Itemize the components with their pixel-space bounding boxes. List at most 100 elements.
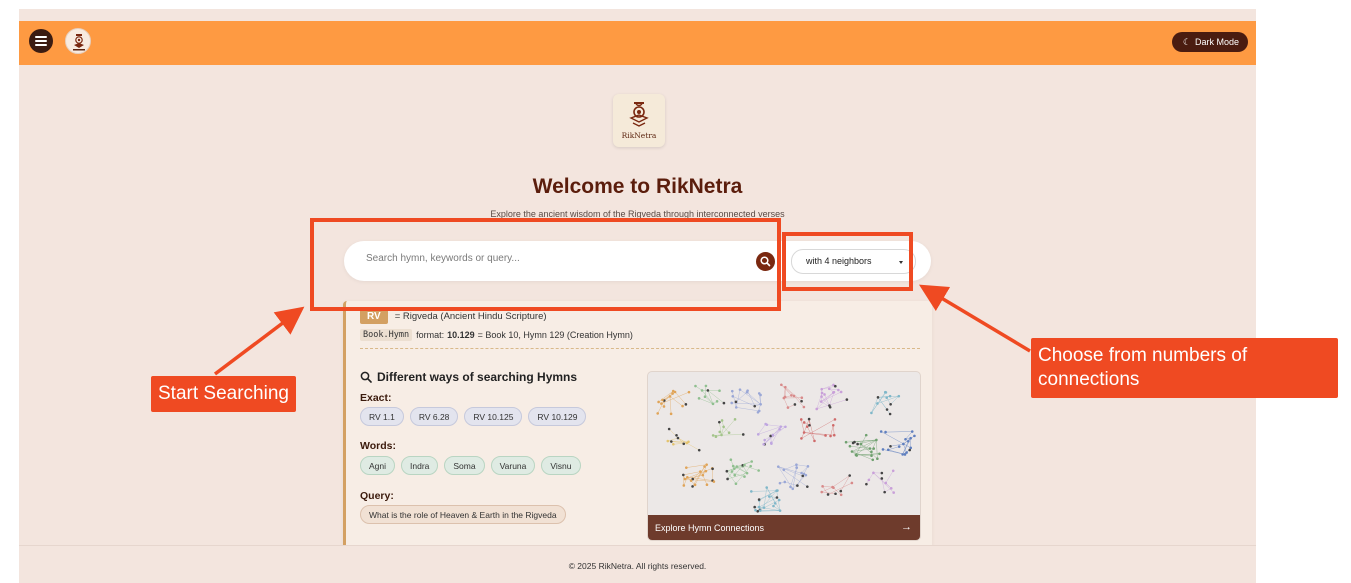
- graph-node: [730, 389, 734, 393]
- graph-node: [839, 390, 843, 394]
- arrow-right-icon: →: [901, 521, 912, 533]
- graph-node: [851, 441, 855, 445]
- graph-node: [691, 485, 694, 488]
- graph-node: [889, 487, 893, 490]
- graph-node: [780, 383, 783, 387]
- graph-node: [729, 458, 733, 461]
- graph-node: [820, 395, 823, 398]
- graph-node: [701, 473, 705, 477]
- riknetra-logo-icon[interactable]: [65, 28, 91, 54]
- graph-node: [837, 388, 840, 392]
- rv-description: = Rigveda (Ancient Hindu Scripture): [394, 311, 547, 322]
- graph-node: [889, 402, 892, 406]
- graph-node: [820, 391, 824, 395]
- graph-node: [875, 438, 878, 442]
- word-chip[interactable]: Visnu: [541, 456, 581, 475]
- graph-edge: [758, 423, 766, 435]
- graph-node: [910, 430, 914, 433]
- query-chip[interactable]: What is the role of Heaven & Earth in th…: [360, 505, 566, 524]
- graph-node: [821, 485, 824, 488]
- graph-node: [876, 396, 880, 399]
- exact-chip[interactable]: RV 10.129: [528, 407, 587, 426]
- words-label: Words:: [360, 440, 396, 452]
- graph-node: [730, 401, 734, 405]
- exact-chip[interactable]: RV 6.28: [409, 407, 459, 426]
- graph-node: [734, 400, 738, 404]
- graph-node: [790, 394, 793, 397]
- graph-node: [786, 406, 790, 409]
- graph-node: [904, 438, 907, 441]
- graph-edge: [860, 443, 878, 459]
- word-chip[interactable]: Varuna: [490, 456, 536, 475]
- format-code: Book.Hymn: [360, 329, 413, 341]
- graph-node: [757, 505, 761, 509]
- exact-chip[interactable]: RV 10.125: [464, 407, 523, 426]
- graph-edge: [881, 478, 885, 493]
- graph-node: [745, 471, 749, 475]
- graph-node: [800, 396, 804, 400]
- graph-node: [711, 467, 714, 471]
- graph-node: [672, 442, 675, 446]
- graph-node: [883, 490, 886, 494]
- graph-node: [670, 440, 673, 443]
- choose-connections-line1: Choose from numbers of: [1038, 345, 1248, 366]
- graph-node: [756, 433, 760, 436]
- graph-node: [776, 489, 779, 492]
- graph-node: [767, 495, 771, 498]
- graph-node: [667, 427, 671, 431]
- word-chip[interactable]: Indra: [401, 456, 439, 475]
- graph-node: [879, 430, 883, 433]
- graph-node: [799, 418, 803, 421]
- hero-logo: RikNetra: [613, 94, 665, 147]
- graph-node: [880, 477, 884, 480]
- graph-node: [734, 482, 738, 486]
- graph-node: [730, 470, 734, 473]
- graph-node: [656, 412, 660, 415]
- graph-edge: [833, 425, 835, 436]
- graph-node: [901, 453, 904, 456]
- graph-node: [693, 483, 697, 487]
- graph-edge: [730, 459, 735, 469]
- graph-node: [802, 405, 806, 409]
- graph-node: [783, 480, 787, 484]
- exact-chip[interactable]: RV 1.1: [360, 407, 404, 426]
- explore-connections-button[interactable]: Explore Hymn Connections →: [648, 515, 920, 540]
- graph-node: [834, 384, 837, 388]
- word-chip[interactable]: Soma: [444, 456, 485, 475]
- graph-node: [675, 434, 678, 437]
- graph-node: [682, 442, 686, 446]
- graph-node: [885, 396, 889, 399]
- graph-edge: [822, 486, 833, 488]
- graph-node: [800, 437, 803, 440]
- dark-mode-label: Dark Mode: [1194, 37, 1239, 47]
- word-chip[interactable]: Agni: [360, 456, 396, 475]
- graph-node: [908, 448, 912, 452]
- graph-node: [697, 397, 701, 400]
- words-chips: Agni Indra Soma Varuna Visnu: [360, 456, 581, 475]
- graph-node: [668, 395, 672, 398]
- graph-node: [831, 423, 835, 427]
- riknetra-emblem-icon: [629, 102, 649, 127]
- menu-icon[interactable]: [29, 29, 53, 53]
- graph-edge: [669, 396, 683, 407]
- graph-node: [806, 485, 809, 488]
- graph-node: [775, 496, 779, 499]
- dark-mode-button[interactable]: ☾ Dark Mode: [1171, 32, 1248, 52]
- graph-node: [687, 390, 691, 394]
- graph-node: [714, 435, 718, 439]
- graph-node: [795, 463, 798, 467]
- graph-node: [839, 493, 843, 497]
- graph-node: [769, 434, 772, 438]
- exact-chips: RV 1.1 RV 6.28 RV 10.125 RV 10.129: [360, 407, 587, 426]
- graph-node: [722, 425, 725, 429]
- hymn-graph-card[interactable]: Explore Hymn Connections →: [647, 371, 921, 541]
- graph-node: [791, 487, 795, 491]
- graph-node: [682, 473, 685, 477]
- graph-node: [872, 471, 875, 475]
- graph-node: [813, 439, 816, 443]
- graph-node: [885, 408, 889, 411]
- graph-node: [731, 394, 735, 398]
- graph-node: [815, 407, 819, 411]
- graph-node: [763, 438, 766, 442]
- graph-node: [802, 431, 806, 434]
